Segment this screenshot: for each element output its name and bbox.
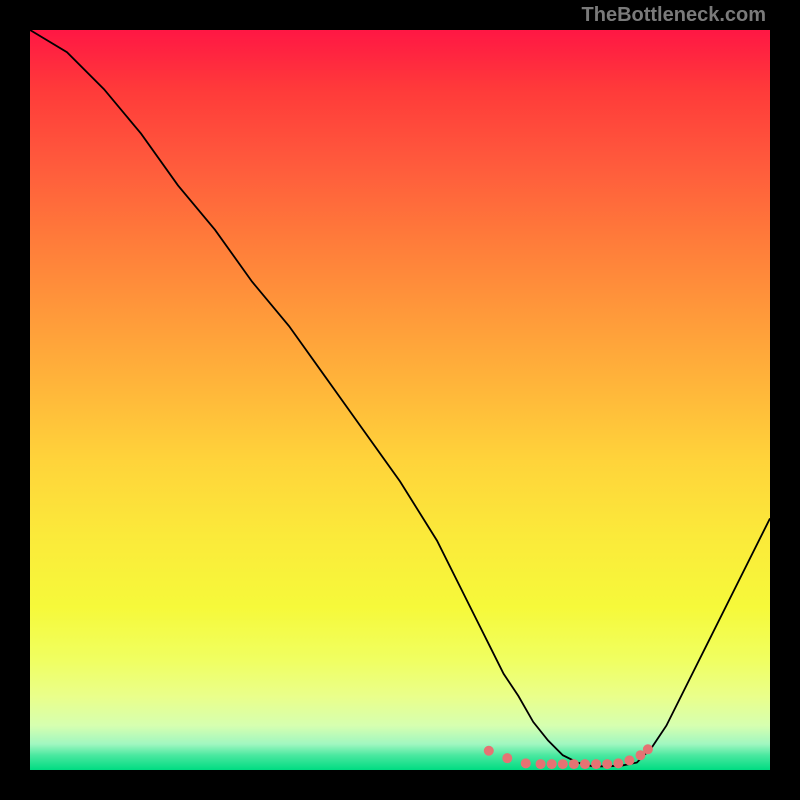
chart-svg (30, 30, 770, 770)
watermark-text: TheBottleneck.com (582, 4, 766, 27)
curve-marker (624, 755, 634, 765)
curve-marker (613, 758, 623, 768)
curve-marker (536, 759, 546, 769)
curve-marker (602, 759, 612, 769)
curve-marker (558, 759, 568, 769)
bottleneck-curve (30, 30, 770, 766)
curve-marker (484, 746, 494, 756)
chart-plot-area (30, 30, 770, 770)
curve-marker (502, 753, 512, 763)
curve-marker (580, 759, 590, 769)
curve-marker (591, 759, 601, 769)
curve-marker (521, 758, 531, 768)
curve-marker (569, 759, 579, 769)
curve-marker (547, 759, 557, 769)
curve-marker (643, 744, 653, 754)
chart-frame: TheBottleneck.com (0, 0, 800, 800)
